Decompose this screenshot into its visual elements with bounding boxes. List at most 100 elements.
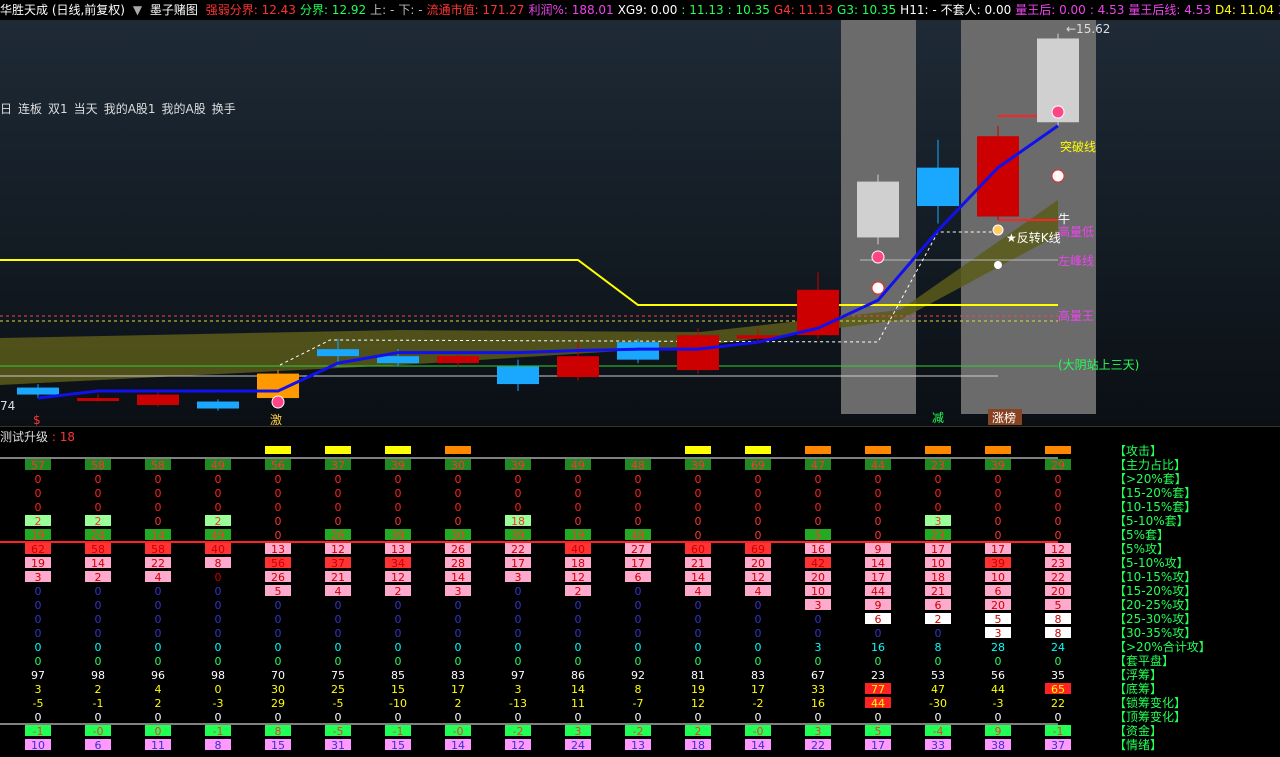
table-cell: 40 xyxy=(211,543,225,556)
row-label: 【5%套】 xyxy=(1114,528,1170,542)
table-cell: 0 xyxy=(155,599,162,612)
indicator-item[interactable]: 连板 xyxy=(18,102,42,116)
table-cell: 0 xyxy=(635,515,642,528)
table-cell: 37 xyxy=(331,459,345,472)
table-cell: 11 xyxy=(571,697,585,710)
formula-tab[interactable]: 墨子赌图 xyxy=(150,3,198,17)
table-cell: 0 xyxy=(515,473,522,486)
table-cell: 0 xyxy=(635,599,642,612)
table-cell: 0 xyxy=(515,655,522,668)
row-label: 【30-35%攻】 xyxy=(1114,626,1197,640)
table-cell: 0 xyxy=(215,683,222,696)
table-cell: 8 xyxy=(1055,613,1062,626)
dropdown-chevron-icon[interactable]: ▼ xyxy=(133,3,142,17)
header-indicator-values: 强弱分界: 12.43 分界: 12.92 上: - 下: - 流通市值: 171.27… xyxy=(206,3,1280,17)
table-cell: 24 xyxy=(571,739,585,752)
table-cell: 35 xyxy=(1051,669,1065,682)
indicator-item[interactable]: 我的A股 xyxy=(162,102,206,116)
table-cell: 0 xyxy=(35,641,42,654)
attack-block xyxy=(1045,446,1071,454)
table-cell: 15 xyxy=(391,739,405,752)
table-cell: 14 xyxy=(751,739,765,752)
table-cell: 0 xyxy=(875,655,882,668)
table-cell: 6 xyxy=(95,739,102,752)
table-cell: 0 xyxy=(335,711,342,724)
chip-distribution-table: 57 58 58 49 56 37 39 30 39 49 48 39 69 47 44 23 39 290 0 0 0… xyxy=(0,446,1071,752)
attack-block xyxy=(265,446,291,454)
pane-divider[interactable] xyxy=(0,426,1280,427)
signal-marker xyxy=(1051,105,1065,119)
table-cell: 0 xyxy=(35,613,42,626)
table-cell: 8 xyxy=(215,557,222,570)
indicator-item[interactable]: 双1 xyxy=(48,102,68,116)
row-label: 【10-15%攻】 xyxy=(1114,570,1197,584)
table-cell: 0 xyxy=(575,599,582,612)
table-cell: 3 xyxy=(815,599,822,612)
table-cell: 22 xyxy=(511,543,525,556)
table-cell: 0 xyxy=(395,515,402,528)
indicator-item[interactable]: 我的A股1 xyxy=(104,102,156,116)
table-cell: 13 xyxy=(391,543,405,556)
candlestick-plot[interactable]: ←15.62 74 突破线牛高量低★反转K线左峰线高量王 (大阴站上三天) $ 激 减 涨榜 xyxy=(0,20,1280,426)
table-cell: 5 xyxy=(1055,599,1062,612)
table-cell: 92 xyxy=(631,669,645,682)
price-min-label: 74 xyxy=(0,399,15,413)
table-cell: 18 xyxy=(511,515,525,528)
table-cell: 44 xyxy=(991,683,1005,696)
table-cell: 3 xyxy=(455,585,462,598)
table-cell: 0 xyxy=(1055,473,1062,486)
table-cell: 0 xyxy=(455,613,462,626)
table-cell: 2 xyxy=(95,515,102,528)
table-cell: 5 xyxy=(875,725,882,738)
table-cell: 12 xyxy=(691,697,705,710)
table-cell: 0 xyxy=(155,655,162,668)
row-label: 【主力占比】 xyxy=(1114,458,1187,472)
table-cell: 49 xyxy=(211,529,225,542)
table-cell: 33 xyxy=(931,739,945,752)
table-cell: 14 xyxy=(571,683,585,696)
table-cell: 30 xyxy=(271,683,285,696)
table-cell: 23 xyxy=(1051,557,1065,570)
table-cell: 4 xyxy=(155,683,162,696)
table-cell: 62 xyxy=(31,543,45,556)
table-cell: 81 xyxy=(691,669,705,682)
header-item: 强弱分界: 12.43 xyxy=(205,3,296,17)
table-cell: -5 xyxy=(33,697,44,710)
table-cell: 0 xyxy=(695,655,702,668)
stock-title[interactable]: 华胜天成 (日线,前复权) xyxy=(0,3,125,17)
table-cell: 83 xyxy=(751,669,765,682)
table-cell: 21 xyxy=(691,557,705,570)
table-cell: -1 xyxy=(393,725,404,738)
table-cell: 44 xyxy=(871,585,885,598)
table-cell: 0 xyxy=(695,529,702,542)
table-cell: 2 xyxy=(35,515,42,528)
table-cell: -30 xyxy=(929,697,947,710)
table-cell: 0 xyxy=(755,599,762,612)
table-cell: 0 xyxy=(335,487,342,500)
table-cell: 0 xyxy=(1055,655,1062,668)
line-label: 牛 xyxy=(1058,211,1070,226)
table-cell: 6 xyxy=(935,599,942,612)
table-cell: 23 xyxy=(871,669,885,682)
table-cell: 37 xyxy=(331,557,345,570)
table-cell: 53 xyxy=(931,669,945,682)
table-cell: 0 xyxy=(95,711,102,724)
price-chart[interactable]: ←15.62 74 突破线牛高量低 ★反转K线 左峰线 高量王 (大阴站上三天) $ 激减涨榜 … xyxy=(0,20,1280,426)
table-cell: 9 xyxy=(875,543,882,556)
table-cell: 12 xyxy=(571,571,585,584)
table-cell: 20 xyxy=(751,557,765,570)
table-cell: 0 xyxy=(215,655,222,668)
row-label: 【10-15%套】 xyxy=(1114,500,1197,514)
indicator-item[interactable]: 日 xyxy=(0,102,12,116)
table-cell: 0 xyxy=(215,613,222,626)
table-cell: 44 xyxy=(871,697,885,710)
indicator-item[interactable]: 换手 xyxy=(212,102,236,116)
dot-marker xyxy=(994,261,1002,269)
header-item: G3: 10.35 xyxy=(837,3,897,17)
table-cell: 49 xyxy=(571,459,585,472)
candle-body xyxy=(917,167,959,207)
indicator-item[interactable]: 当天 xyxy=(74,102,98,116)
table-cell: 3 xyxy=(995,627,1002,640)
row-label: 【锁筹变化】 xyxy=(1114,696,1187,710)
row-label: 【浮筹】 xyxy=(1114,668,1163,682)
